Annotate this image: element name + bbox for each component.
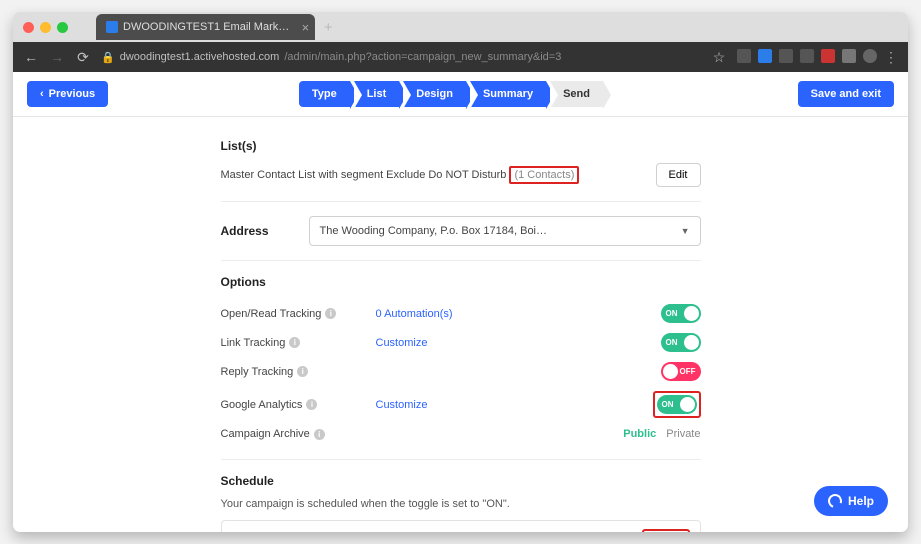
- minimize-window-icon[interactable]: [40, 22, 51, 33]
- url-path: /admin/main.php?action=campaign_new_summ…: [284, 51, 561, 63]
- toggle-open-read[interactable]: ON: [661, 304, 701, 323]
- ext-icon[interactable]: [779, 49, 793, 63]
- schedule-note: Your campaign is scheduled when the togg…: [221, 498, 701, 510]
- schedule-heading: Schedule: [221, 474, 701, 488]
- profile-icon[interactable]: [863, 49, 877, 63]
- step-summary[interactable]: Summary: [470, 81, 546, 107]
- star-icon[interactable]: ☆: [711, 49, 727, 66]
- step-list[interactable]: List: [354, 81, 400, 107]
- caret-down-icon: ▼: [681, 226, 690, 236]
- close-window-icon[interactable]: [23, 22, 34, 33]
- ext-icon[interactable]: [800, 49, 814, 63]
- info-icon[interactable]: i: [289, 337, 300, 348]
- info-icon[interactable]: i: [306, 399, 317, 410]
- nav-forward-icon[interactable]: →: [49, 49, 65, 65]
- tab-close-icon[interactable]: ×: [302, 20, 310, 35]
- address-field[interactable]: 🔒 dwoodingtest1.activehosted.com/admin/m…: [101, 51, 701, 64]
- archive-private[interactable]: Private: [666, 428, 700, 440]
- toggle-link-tracking[interactable]: ON: [661, 333, 701, 352]
- option-open-read: Open/Read Trackingi 0 Automation(s) ON: [221, 299, 701, 328]
- edit-lists-button[interactable]: Edit: [656, 163, 701, 187]
- schedule-section: Schedule Your campaign is scheduled when…: [221, 460, 701, 532]
- url-host: dwoodingtest1.activehosted.com: [120, 51, 280, 63]
- address-section: Address The Wooding Company, P.o. Box 17…: [221, 202, 701, 261]
- browser-toolbar: ← → ⟳ 🔒 dwoodingtest1.activehosted.com/a…: [13, 42, 908, 72]
- toggle-google-analytics[interactable]: ON: [657, 395, 697, 414]
- address-value: The Wooding Company, P.o. Box 17184, Boi…: [320, 225, 547, 237]
- info-icon[interactable]: i: [325, 308, 336, 319]
- info-icon[interactable]: i: [314, 429, 325, 440]
- summary-content: List(s) Master Contact List with segment…: [221, 117, 701, 532]
- step-type[interactable]: Type: [299, 81, 350, 107]
- option-reply-tracking: Reply Trackingi OFF: [221, 357, 701, 386]
- lock-icon: 🔒: [101, 51, 115, 64]
- toggle-knob: [680, 397, 695, 412]
- ext-icon[interactable]: [842, 49, 856, 63]
- archive-public[interactable]: Public: [623, 428, 656, 440]
- schedule-row: · at 17▾ : 13▾ America/Denver (-07:00 GM…: [221, 520, 701, 532]
- help-button[interactable]: Help: [814, 486, 888, 516]
- wizard-steps: Type List Design Summary Send: [299, 81, 607, 107]
- traffic-lights: [23, 22, 68, 33]
- maximize-window-icon[interactable]: [57, 22, 68, 33]
- automations-link[interactable]: 0 Automation(s): [376, 308, 661, 320]
- option-link-tracking: Link Trackingi Customize ON: [221, 328, 701, 357]
- browser-window: DWOODINGTEST1 Email Mark… × + ← → ⟳ 🔒 dw…: [13, 12, 908, 532]
- step-design[interactable]: Design: [403, 81, 466, 107]
- lists-heading: List(s): [221, 139, 701, 153]
- previous-label: Previous: [49, 88, 95, 100]
- toggle-knob: [684, 306, 699, 321]
- lists-section: List(s) Master Contact List with segment…: [221, 125, 701, 202]
- toggle-knob: [684, 335, 699, 350]
- toggle-reply-tracking[interactable]: OFF: [661, 362, 701, 381]
- tab-title: DWOODINGTEST1 Email Mark…: [123, 21, 289, 33]
- step-send[interactable]: Send: [550, 81, 603, 107]
- highlight-box: ON: [642, 529, 690, 532]
- segment-description: Master Contact List with segment Exclude…: [221, 169, 580, 181]
- campaign-topbar: ‹ Previous Type List Design Summary Send…: [13, 72, 908, 117]
- address-heading: Address: [221, 224, 269, 238]
- save-exit-button[interactable]: Save and exit: [798, 81, 894, 107]
- extensions: ⋮: [737, 49, 898, 66]
- ext-icon[interactable]: [737, 49, 751, 63]
- options-section: Options Open/Read Trackingi 0 Automation…: [221, 261, 701, 460]
- option-campaign-archive: Campaign Archivei Public Private: [221, 423, 701, 445]
- new-tab-icon[interactable]: +: [315, 14, 341, 40]
- address-select[interactable]: The Wooding Company, P.o. Box 17184, Boi…: [309, 216, 701, 246]
- chevron-left-icon: ‹: [40, 88, 44, 100]
- ext-icon[interactable]: [758, 49, 772, 63]
- previous-button[interactable]: ‹ Previous: [27, 81, 108, 107]
- page: ‹ Previous Type List Design Summary Send…: [13, 72, 908, 532]
- options-heading: Options: [221, 275, 701, 289]
- highlight-box: ON: [653, 391, 701, 418]
- info-icon[interactable]: i: [297, 366, 308, 377]
- menu-icon[interactable]: ⋮: [884, 49, 898, 66]
- customize-link[interactable]: Customize: [376, 399, 653, 411]
- contacts-count: (1 Contacts): [509, 166, 579, 184]
- nav-back-icon[interactable]: ←: [23, 49, 39, 65]
- nav-reload-icon[interactable]: ⟳: [75, 49, 91, 66]
- option-google-analytics: Google Analyticsi Customize ON: [221, 386, 701, 423]
- mac-titlebar: DWOODINGTEST1 Email Mark… × +: [13, 12, 908, 42]
- ext-icon[interactable]: [821, 49, 835, 63]
- browser-tab[interactable]: DWOODINGTEST1 Email Mark… ×: [96, 14, 315, 40]
- chat-icon: [826, 492, 845, 511]
- toggle-knob: [663, 364, 678, 379]
- customize-link[interactable]: Customize: [376, 337, 661, 349]
